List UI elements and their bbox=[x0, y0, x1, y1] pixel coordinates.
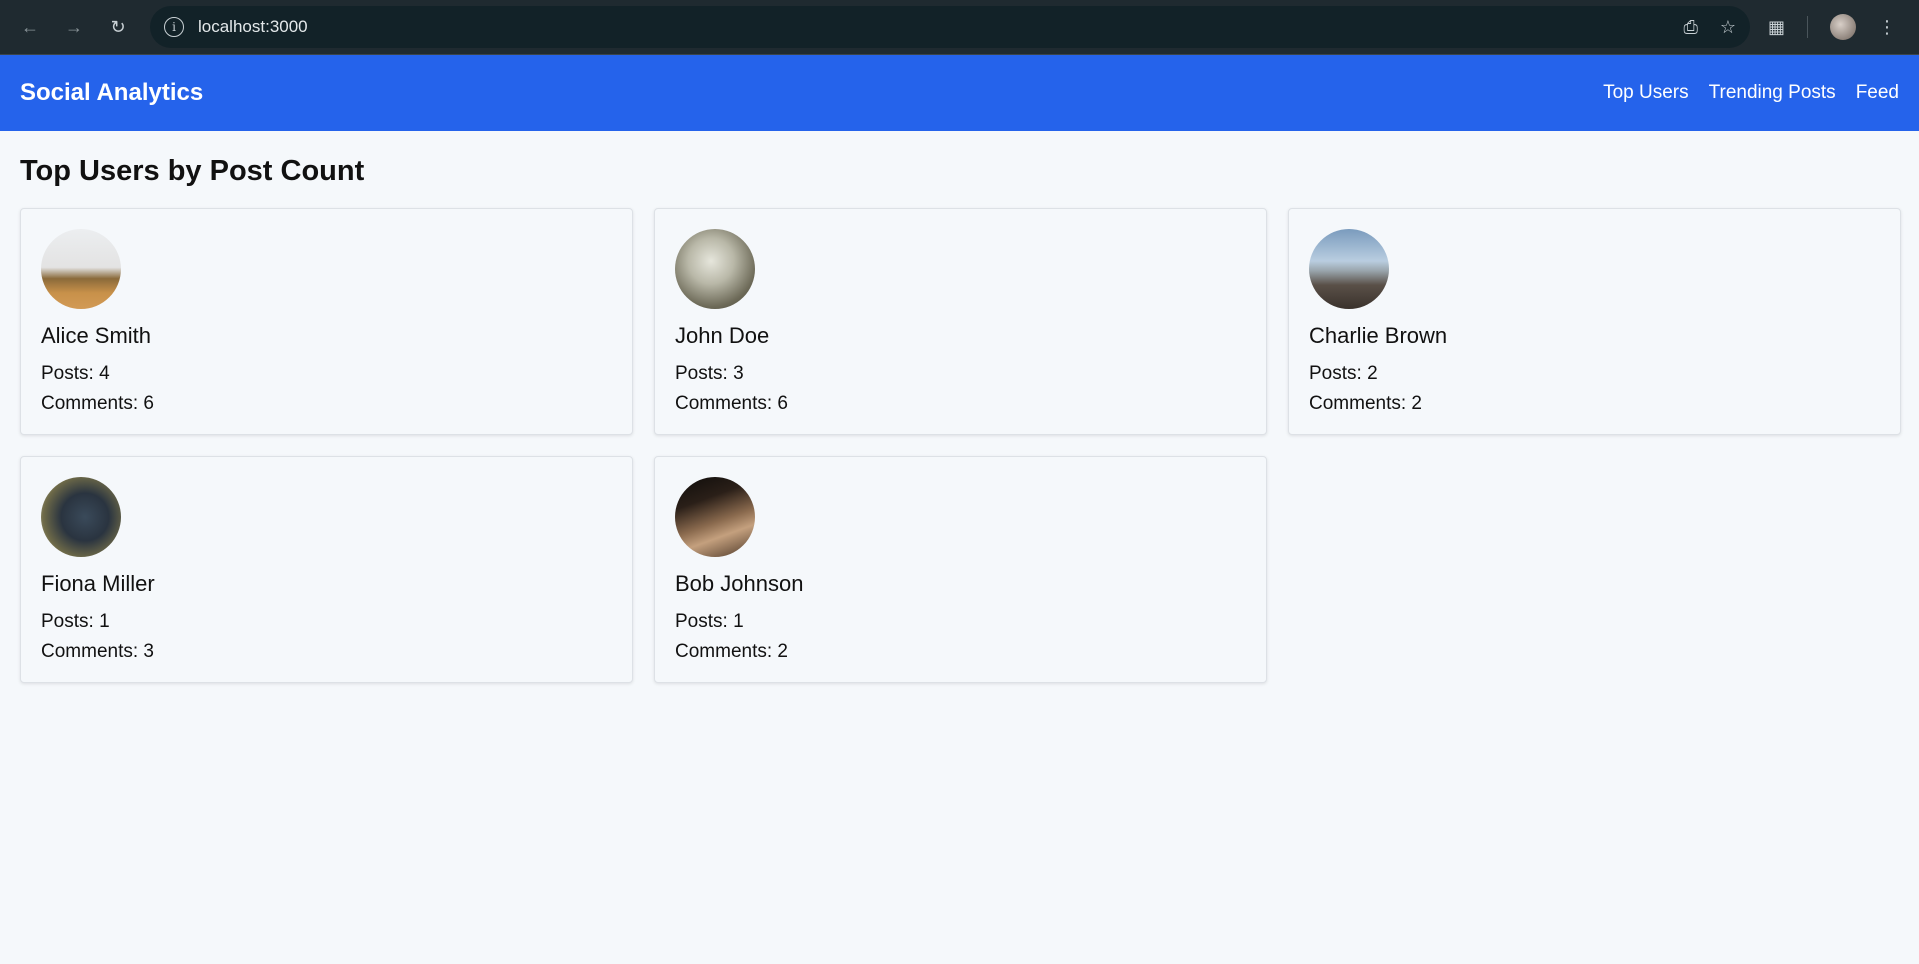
toolbar-separator bbox=[1807, 16, 1809, 38]
avatar bbox=[41, 477, 121, 557]
comment-count: Comments: 3 bbox=[41, 641, 154, 662]
avatar bbox=[41, 229, 121, 309]
profile-avatar[interactable] bbox=[1830, 14, 1857, 40]
user-name: Charlie Brown bbox=[1309, 323, 1448, 348]
avatar bbox=[675, 229, 755, 309]
user-name: John Doe bbox=[675, 323, 770, 348]
extensions-icon[interactable]: ▦ bbox=[1768, 17, 1785, 38]
comment-count: Comments: 2 bbox=[1309, 393, 1422, 414]
post-count: Posts: 4 bbox=[41, 363, 110, 384]
page-title: Top Users by Post Count bbox=[20, 155, 365, 187]
post-count: Posts: 1 bbox=[41, 611, 110, 632]
user-grid: Alice Smith Posts: 4 Comments: 6 John Do… bbox=[20, 208, 1901, 683]
user-card: Fiona Miller Posts: 1 Comments: 3 bbox=[20, 456, 633, 683]
avatar bbox=[1309, 229, 1389, 309]
brand-title[interactable]: Social Analytics bbox=[20, 79, 203, 107]
comment-count: Comments: 6 bbox=[675, 393, 788, 414]
nav-link-trending-posts[interactable]: Trending Posts bbox=[1709, 82, 1836, 104]
bookmark-star-icon[interactable]: ☆ bbox=[1720, 17, 1736, 38]
post-count: Posts: 1 bbox=[675, 611, 744, 632]
forward-icon[interactable]: → bbox=[56, 9, 92, 45]
address-bar[interactable]: i localhost:3000 ⎙ ☆ bbox=[150, 6, 1750, 48]
main-nav: Top Users Trending Posts Feed bbox=[1603, 82, 1899, 104]
post-count: Posts: 2 bbox=[1309, 363, 1378, 384]
user-card: Alice Smith Posts: 4 Comments: 6 bbox=[20, 208, 633, 435]
main-content: Top Users by Post Count Alice Smith Post… bbox=[0, 131, 1919, 707]
user-card: Bob Johnson Posts: 1 Comments: 2 bbox=[654, 456, 1267, 683]
nav-link-top-users[interactable]: Top Users bbox=[1603, 82, 1689, 104]
user-name: Alice Smith bbox=[41, 323, 152, 348]
address-bar-url[interactable]: localhost:3000 bbox=[198, 17, 1661, 37]
user-name: Bob Johnson bbox=[675, 571, 804, 596]
user-card: Charlie Brown Posts: 2 Comments: 2 bbox=[1288, 208, 1901, 435]
browser-toolbar: ← → ↻ i localhost:3000 ⎙ ☆ ▦ ⋮ bbox=[0, 0, 1919, 55]
app-header: Social Analytics Top Users Trending Post… bbox=[0, 55, 1919, 131]
site-info-icon[interactable]: i bbox=[164, 17, 184, 37]
comment-count: Comments: 2 bbox=[675, 641, 788, 662]
user-card: John Doe Posts: 3 Comments: 6 bbox=[654, 208, 1267, 435]
comment-count: Comments: 6 bbox=[41, 393, 154, 414]
post-count: Posts: 3 bbox=[675, 363, 744, 384]
install-app-icon[interactable]: ⎙ bbox=[1683, 17, 1697, 38]
user-name: Fiona Miller bbox=[41, 571, 155, 596]
menu-kebab-icon[interactable]: ⋮ bbox=[1878, 17, 1896, 38]
avatar bbox=[675, 477, 755, 557]
reload-icon[interactable]: ↻ bbox=[100, 9, 136, 45]
back-icon[interactable]: ← bbox=[12, 9, 48, 45]
nav-link-feed[interactable]: Feed bbox=[1856, 82, 1899, 104]
